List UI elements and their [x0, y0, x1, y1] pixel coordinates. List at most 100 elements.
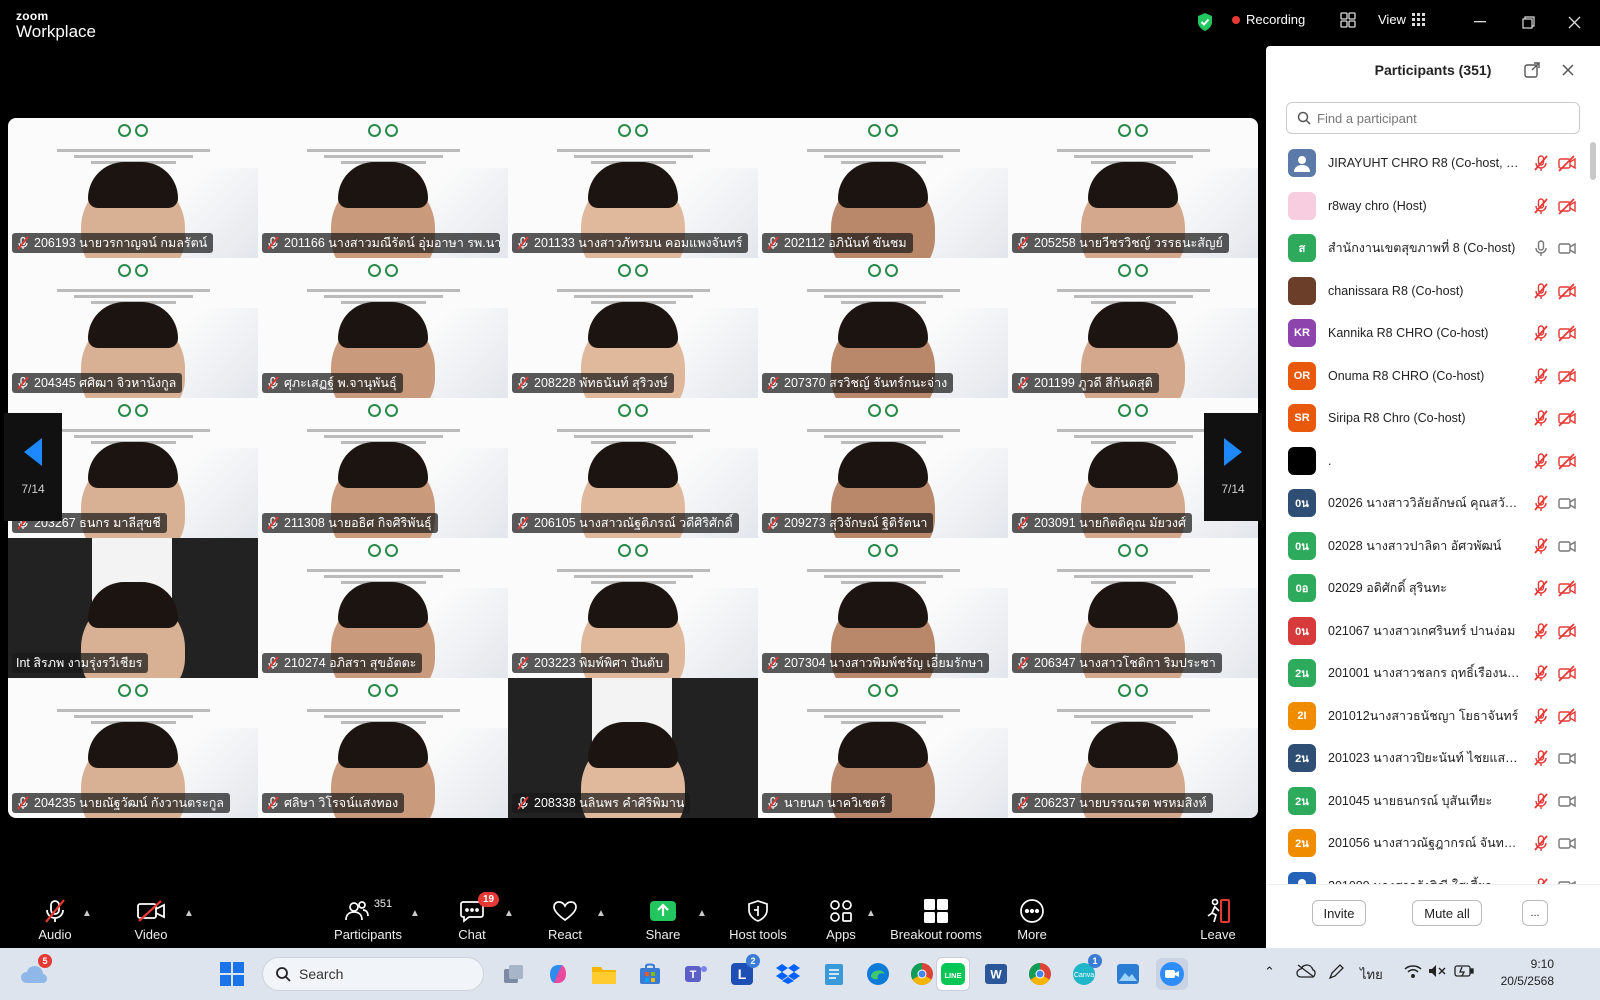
video-tile[interactable]: 206105 นางสาวณัฐติภรณ์ วดีศิริศักดิ์: [508, 398, 758, 538]
react-button[interactable]: React: [542, 886, 588, 948]
store-icon[interactable]: [634, 958, 666, 990]
video-tile[interactable]: 201166 นางสาวมณีรัตน์ อุ่มอาษา รพ.นา...: [258, 118, 508, 258]
apps-button[interactable]: Apps: [818, 886, 864, 948]
video-tile[interactable]: 209273 สุวิจักษณ์ ฐิติรัตนา: [758, 398, 1008, 538]
system-clock[interactable]: 9:10 20/5/2568: [1486, 956, 1554, 990]
chrome-profile-icon[interactable]: [1024, 958, 1056, 990]
mute-all-button[interactable]: Mute all: [1412, 900, 1482, 926]
participant-row[interactable]: chanissara R8 (Co-host): [1266, 270, 1600, 313]
participant-list-scrollbar[interactable]: [1590, 142, 1596, 884]
more-button[interactable]: More: [1010, 886, 1054, 948]
audio-options-chevron-icon[interactable]: ▲: [82, 908, 92, 919]
apps-options-chevron-icon[interactable]: ▲: [866, 908, 876, 919]
mic-muted-icon[interactable]: [1532, 367, 1550, 385]
video-tile[interactable]: นายนภ นาควิเชตร์: [758, 678, 1008, 818]
video-off-icon[interactable]: [1558, 452, 1576, 470]
breakout-rooms-button[interactable]: Breakout rooms: [888, 886, 984, 948]
view-button[interactable]: View: [1378, 12, 1426, 27]
chat-button[interactable]: Chat 19: [452, 886, 500, 948]
chrome-icon[interactable]: [906, 958, 938, 990]
participant-row[interactable]: SR Siripa R8 Chro (Co-host): [1266, 397, 1600, 440]
mic-muted-icon[interactable]: [1532, 622, 1550, 640]
encryption-shield-icon[interactable]: [1196, 12, 1214, 32]
battery-icon[interactable]: [1454, 964, 1474, 981]
pen-icon[interactable]: [1328, 964, 1344, 983]
participants-options-chevron-icon[interactable]: ▲: [410, 908, 420, 919]
edge-icon[interactable]: [862, 958, 894, 990]
video-tile[interactable]: 211308 นายอธิศ กิจศิริพันธุ์: [258, 398, 508, 538]
task-view-icon[interactable]: [498, 958, 530, 990]
mic-muted-icon[interactable]: [1532, 877, 1550, 884]
recording-indicator[interactable]: Recording: [1232, 12, 1305, 27]
mic-muted-icon[interactable]: [1532, 749, 1550, 767]
previous-page-button[interactable]: 7/14: [4, 413, 62, 521]
mic-muted-icon[interactable]: [1532, 664, 1550, 682]
share-options-chevron-icon[interactable]: ▲: [697, 908, 707, 919]
video-button[interactable]: Video: [124, 886, 178, 948]
dropbox-icon[interactable]: [772, 958, 804, 990]
mic-muted-icon[interactable]: [1532, 282, 1550, 300]
start-button[interactable]: [216, 958, 248, 990]
participant-row[interactable]: 201089 นางสาวรังสิณี ใสเสี้ยว: [1266, 865, 1600, 884]
video-off-icon[interactable]: [1558, 154, 1576, 172]
mic-muted-icon[interactable]: [1532, 537, 1550, 555]
audio-button[interactable]: Audio: [30, 886, 80, 948]
video-off-icon[interactable]: [1558, 622, 1576, 640]
participant-row[interactable]: 0อ 02029 อดิศักดิ์ สุรินทะ: [1266, 567, 1600, 610]
next-page-button[interactable]: 7/14: [1204, 413, 1262, 521]
video-icon[interactable]: [1558, 239, 1576, 257]
line-works-icon[interactable]: L 2: [726, 954, 760, 990]
mic-muted-icon[interactable]: [1532, 409, 1550, 427]
file-explorer-icon[interactable]: [588, 958, 620, 990]
video-tile[interactable]: ศุภะเสฏฐ์ พ.จานุพันธุ์: [258, 258, 508, 398]
volume-muted-icon[interactable]: [1428, 964, 1446, 981]
react-options-chevron-icon[interactable]: ▲: [596, 908, 606, 919]
participant-row[interactable]: 2น 201023 นางสาวปิยะนันท์ ไชยแสงจันทร์: [1266, 737, 1600, 780]
minimize-button[interactable]: [1466, 10, 1494, 34]
close-button[interactable]: [1560, 10, 1588, 34]
popout-icon[interactable]: [1522, 60, 1542, 80]
onedrive-icon[interactable]: [1296, 964, 1316, 981]
video-off-icon[interactable]: [1558, 409, 1576, 427]
video-tile[interactable]: 201133 นางสาวภัทรมน คอมแพงจันทร์: [508, 118, 758, 258]
video-off-icon[interactable]: [1558, 579, 1576, 597]
participant-row[interactable]: 0น 02026 นางสาววิลัยลักษณ์ คุณสวัสดิ...: [1266, 482, 1600, 525]
participant-row[interactable]: 2น 201056 นางสาวณัฐฎากรณ์ จันทยุ...: [1266, 822, 1600, 865]
scrollbar-thumb[interactable]: [1590, 142, 1596, 180]
mic-muted-icon[interactable]: [1532, 197, 1550, 215]
close-panel-icon[interactable]: [1558, 60, 1578, 80]
video-icon[interactable]: [1558, 877, 1576, 884]
mic-muted-icon[interactable]: [1532, 452, 1550, 470]
video-off-icon[interactable]: [1558, 664, 1576, 682]
show-hidden-icons-chevron-icon[interactable]: ⌃: [1264, 964, 1275, 980]
participant-row[interactable]: 2น 201045 นายธนกรณ์ บุสันเทียะ: [1266, 780, 1600, 823]
video-icon[interactable]: [1558, 494, 1576, 512]
participant-row[interactable]: r8way chro (Host): [1266, 185, 1600, 228]
video-off-icon[interactable]: [1558, 282, 1576, 300]
participants-button[interactable]: 351 Participants: [328, 886, 408, 948]
video-tile[interactable]: 203223 พิมพ์พิศา ปันตับ: [508, 538, 758, 678]
mic-icon[interactable]: [1532, 239, 1550, 257]
weather-widget[interactable]: 5: [18, 954, 52, 990]
video-icon[interactable]: [1558, 749, 1576, 767]
video-tile[interactable]: 210274 อภิสรา สุขอัตตะ: [258, 538, 508, 678]
line-icon[interactable]: LINE: [936, 957, 970, 991]
invite-button[interactable]: Invite: [1312, 900, 1366, 926]
participant-row[interactable]: KR Kannika R8 CHRO (Co-host): [1266, 312, 1600, 355]
zoom-taskbar-icon[interactable]: [1156, 958, 1188, 990]
mic-muted-icon[interactable]: [1532, 494, 1550, 512]
video-tile[interactable]: 208338 นลินพร คำศิริพิมาน: [508, 678, 758, 818]
participant-row[interactable]: ส สำนักงานเขตสุขภาพที่ 8 (Co-host): [1266, 227, 1600, 270]
share-button[interactable]: Share: [640, 886, 686, 948]
video-off-icon[interactable]: [1558, 324, 1576, 342]
restore-button[interactable]: [1514, 10, 1542, 34]
video-tile[interactable]: 206347 นางสาวโชติกา ริมประชา: [1008, 538, 1258, 678]
taskbar-search[interactable]: Search: [262, 957, 484, 991]
participant-row[interactable]: 2น 201001 นางสาวชลกร ฤทธิ์เรืองนาม: [1266, 652, 1600, 695]
input-language[interactable]: ไทย: [1360, 964, 1383, 985]
leave-button[interactable]: Leave: [1196, 886, 1240, 948]
participant-row[interactable]: JIRAYUHT CHRO R8 (Co-host, me): [1266, 142, 1600, 185]
photos-icon[interactable]: [1112, 958, 1144, 990]
video-tile[interactable]: Int สิรภพ งามรุ่งรวีเชียร: [8, 538, 258, 678]
mic-muted-icon[interactable]: [1532, 154, 1550, 172]
